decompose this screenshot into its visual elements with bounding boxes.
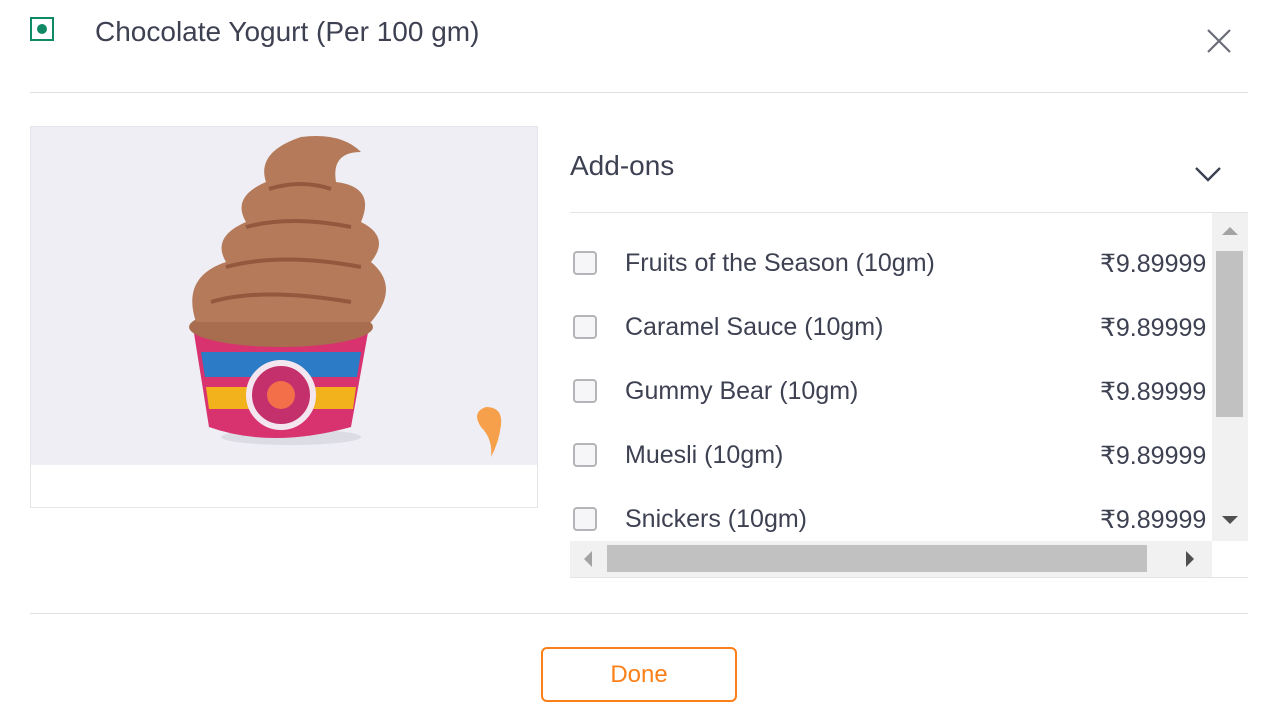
addon-name: Gummy Bear (10gm) [625,377,859,405]
addon-checkbox[interactable] [573,507,597,531]
scroll-up-icon[interactable] [1222,227,1238,235]
done-button[interactable]: Done [541,647,737,702]
veg-dot [37,24,47,34]
scroll-down-icon[interactable] [1222,516,1238,524]
addon-item[interactable]: Snickers (10gm) ₹9.89999 [570,503,1212,541]
dialog-title: Chocolate Yogurt (Per 100 gm) [95,16,480,47]
vertical-scrollbar[interactable] [1212,213,1248,541]
addon-item[interactable]: Gummy Bear (10gm) ₹9.89999 [570,375,1212,415]
addon-checkbox[interactable] [573,379,597,403]
vertical-scroll-thumb[interactable] [1216,251,1243,417]
addon-checkbox[interactable] [573,251,597,275]
addon-item[interactable]: Muesli (10gm) ₹9.89999 [570,439,1212,479]
addon-name: Snickers (10gm) [625,505,807,533]
product-image-card [30,126,538,508]
addon-name: Caramel Sauce (10gm) [625,313,884,341]
addon-checkbox[interactable] [573,315,597,339]
addon-price: ₹9.89999 [1100,442,1207,470]
addon-price: ₹9.89999 [1100,506,1207,534]
addon-price: ₹9.89999 [1100,250,1207,278]
addon-name: Fruits of the Season (10gm) [625,249,935,277]
footer-divider [30,613,1248,614]
veg-indicator-icon [30,17,54,41]
addons-header: Add-ons [570,150,675,181]
addon-item[interactable]: Fruits of the Season (10gm) ₹9.89999 [570,247,1212,287]
addon-price: ₹9.89999 [1100,378,1207,406]
horizontal-scrollbar[interactable] [570,541,1212,577]
chevron-down-icon[interactable] [1192,160,1224,188]
addon-checkbox[interactable] [573,443,597,467]
addons-bottom-divider [570,577,1248,578]
scroll-right-icon[interactable] [1186,551,1194,567]
close-icon[interactable] [1202,24,1236,58]
addons-list: Fruits of the Season (10gm) ₹9.89999 Car… [570,213,1212,541]
addon-item[interactable]: Caramel Sauce (10gm) ₹9.89999 [570,311,1212,351]
addon-name: Muesli (10gm) [625,441,784,469]
scroll-left-icon[interactable] [584,551,592,567]
product-image [31,127,537,465]
header-divider [30,92,1248,93]
addon-price: ₹9.89999 [1100,314,1207,342]
horizontal-scroll-thumb[interactable] [607,545,1147,572]
